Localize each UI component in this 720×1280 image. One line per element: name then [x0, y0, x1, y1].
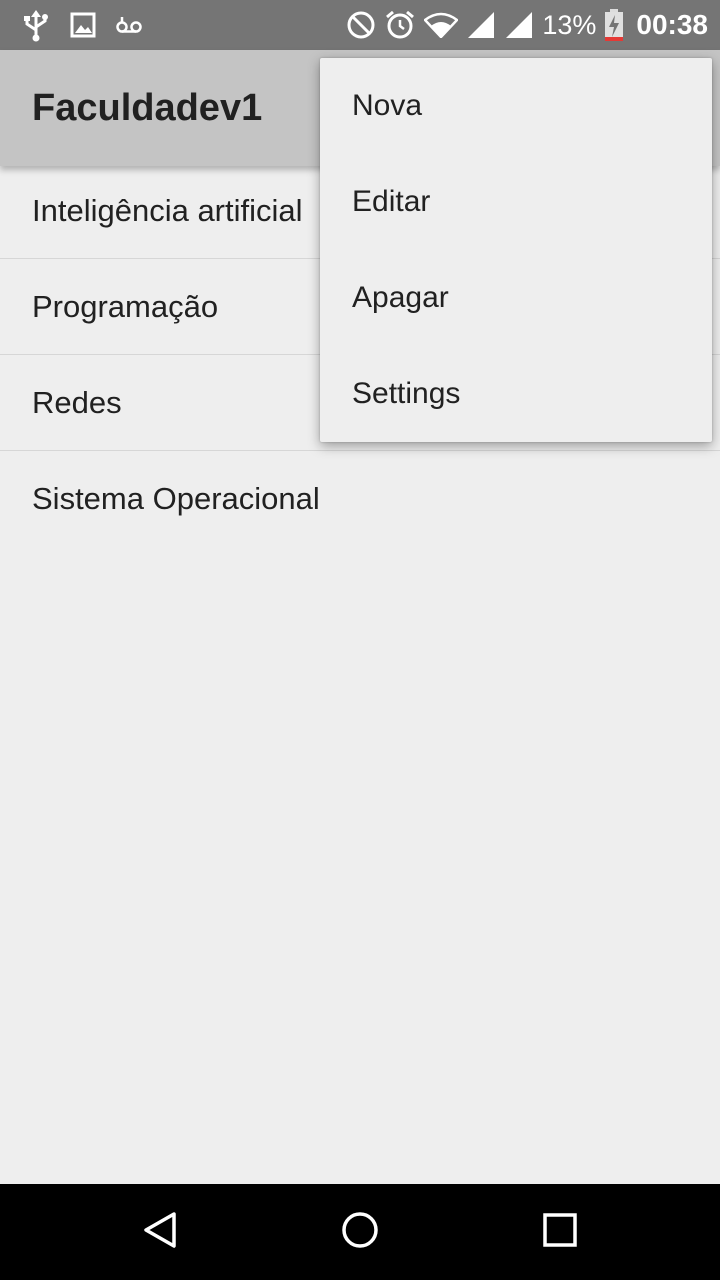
recents-button[interactable] — [512, 1184, 608, 1280]
menu-item-settings[interactable]: Settings — [320, 346, 712, 442]
home-button[interactable] — [312, 1184, 408, 1280]
status-bar-right: 13% 00:38 — [346, 0, 708, 50]
menu-item-editar[interactable]: Editar — [320, 154, 712, 250]
do-not-disturb-icon — [346, 10, 376, 40]
status-bar: 13% 00:38 — [0, 0, 720, 50]
home-icon — [340, 1210, 380, 1255]
signal-icon — [466, 10, 496, 40]
list-item[interactable]: Sistema Operacional — [0, 451, 720, 547]
signal-icon — [504, 10, 534, 40]
menu-item-apagar[interactable]: Apagar — [320, 250, 712, 346]
page-title: Faculdadev1 — [32, 87, 263, 129]
back-button[interactable] — [112, 1184, 208, 1280]
image-icon — [70, 12, 96, 38]
clock: 00:38 — [636, 9, 708, 40]
status-bar-left — [22, 0, 142, 50]
back-icon — [140, 1210, 180, 1255]
alarm-icon — [384, 9, 416, 41]
wifi-icon — [424, 12, 459, 38]
recents-icon — [540, 1210, 580, 1255]
overflow-menu: Nova Editar Apagar Settings — [320, 58, 712, 442]
battery-percent: 13% — [542, 9, 597, 40]
usb-icon — [22, 8, 50, 42]
menu-item-nova[interactable]: Nova — [320, 58, 712, 154]
navigation-bar — [0, 1184, 720, 1280]
battery-charging-icon — [604, 8, 624, 42]
voicemail-icon — [116, 15, 142, 35]
